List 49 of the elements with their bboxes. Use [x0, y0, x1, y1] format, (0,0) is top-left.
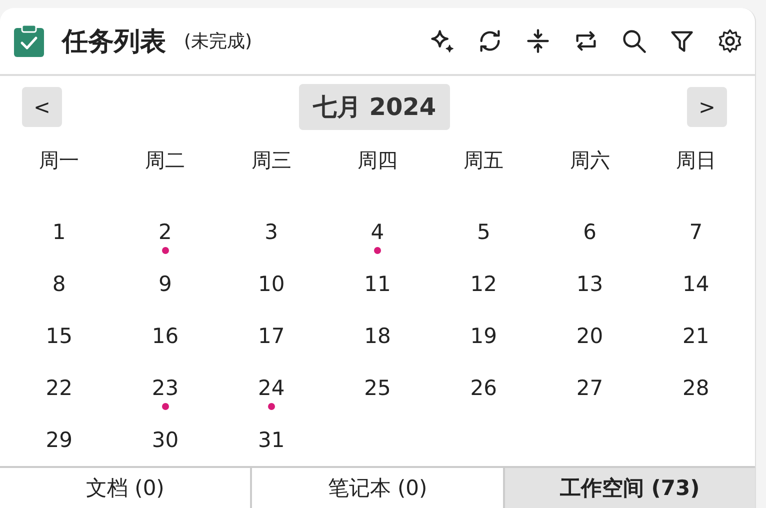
- calendar-day[interactable]: 31: [258, 428, 285, 452]
- calendar-day[interactable]: 18: [364, 324, 391, 348]
- calendar-day[interactable]: 26: [470, 376, 497, 400]
- calendar-day[interactable]: 11: [364, 272, 391, 296]
- month-button[interactable]: 七月 2024: [298, 84, 450, 130]
- calendar-day[interactable]: 16: [152, 324, 179, 348]
- weekday-label: 周日: [676, 146, 716, 174]
- calendar-day[interactable]: 17: [258, 324, 285, 348]
- calendar-day[interactable]: 28: [682, 376, 710, 400]
- calendar-day[interactable]: 13: [576, 272, 604, 296]
- calendar-day[interactable]: 24: [258, 376, 285, 400]
- calendar-day[interactable]: 1: [52, 220, 66, 244]
- calendar-day[interactable]: 5: [476, 220, 490, 244]
- checklist-icon: [14, 25, 44, 58]
- calendar-day[interactable]: 14: [682, 272, 710, 296]
- weekday-label: 周六: [570, 146, 610, 174]
- calendar-day[interactable]: 21: [682, 324, 710, 348]
- previous-month-button[interactable]: <: [22, 87, 62, 128]
- calendar-day[interactable]: 30: [152, 428, 179, 452]
- weekday-label: 周五: [464, 146, 504, 174]
- calendar-day[interactable]: 10: [258, 272, 285, 296]
- calendar-day[interactable]: 6: [583, 220, 596, 244]
- calendar-day[interactable]: 9: [158, 272, 172, 296]
- calendar-day[interactable]: 27: [576, 376, 604, 400]
- calendar-day[interactable]: 12: [470, 272, 497, 296]
- collapse-icon[interactable]: [525, 28, 551, 54]
- calendar-day[interactable]: 3: [264, 220, 278, 244]
- settings-icon[interactable]: [717, 28, 743, 54]
- calendar-day[interactable]: 29: [46, 428, 72, 452]
- calendar-day[interactable]: 15: [46, 324, 72, 348]
- calendar-day[interactable]: 22: [46, 376, 72, 400]
- calendar-day[interactable]: 8: [52, 272, 66, 296]
- calendar-day[interactable]: 20: [576, 324, 604, 348]
- sparkle-icon[interactable]: [429, 28, 455, 54]
- calendar-day[interactable]: 25: [364, 376, 391, 400]
- next-month-button[interactable]: >: [687, 87, 727, 128]
- panel-title: 任务列表: [62, 26, 166, 59]
- weekday-label: 周二: [145, 146, 186, 174]
- weekday-label: 周一: [39, 146, 80, 174]
- calendar-day[interactable]: 19: [470, 324, 497, 348]
- tab[interactable]: 工作空间 (73): [502, 468, 755, 508]
- weekday-label: 周四: [357, 146, 398, 174]
- panel-subtitle: (未完成): [184, 30, 252, 54]
- calendar-day[interactable]: 2: [158, 220, 172, 244]
- weekday-label: 周三: [251, 146, 292, 174]
- search-icon[interactable]: [621, 28, 647, 54]
- calendar-day[interactable]: 23: [152, 376, 179, 400]
- calendar-day[interactable]: 4: [370, 220, 384, 244]
- calendar-day[interactable]: 7: [689, 220, 703, 244]
